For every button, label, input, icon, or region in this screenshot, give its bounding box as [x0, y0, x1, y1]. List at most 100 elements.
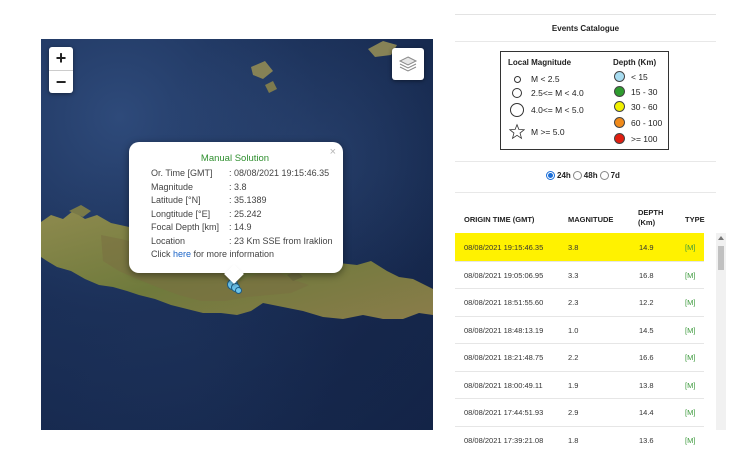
cell-time: 08/08/2021 19:05:06.95	[464, 271, 543, 280]
column-depth-unit: (Km)	[638, 218, 655, 227]
events-catalogue-panel: Events Catalogue Local Magnitude Depth (…	[455, 0, 716, 430]
legend-mag-row: 2.5<= M < 4.0	[509, 88, 584, 98]
popup-value: : 35.1389	[229, 194, 267, 208]
legend-magnitude-title: Local Magnitude	[508, 58, 571, 67]
radio-icon[interactable]	[573, 171, 582, 180]
popup-title: Manual Solution	[151, 153, 333, 164]
range-option-7d[interactable]: 7d	[600, 171, 620, 180]
scroll-up-arrow-icon[interactable]	[718, 236, 724, 240]
popup-value: : 14.9	[229, 221, 252, 235]
column-type: TYPE	[685, 215, 705, 224]
popup-row: Location : 23 Km SSE from Iraklion	[151, 235, 333, 249]
table-scrollbar[interactable]	[716, 233, 726, 430]
zoom-out-button[interactable]: −	[49, 70, 73, 93]
legend-depth-title: Depth (Km)	[613, 58, 656, 67]
popup-label: Latitude [°N]	[151, 194, 229, 208]
cell-magnitude: 1.0	[568, 326, 578, 335]
circle-small-icon	[509, 76, 525, 83]
table-row[interactable]: 08/08/2021 18:21:48.75 2.2 16.6 [M]	[455, 343, 704, 371]
table-row[interactable]: 08/08/2021 18:48:13.19 1.0 14.5 [M]	[455, 316, 704, 344]
depth-color-icon	[614, 117, 625, 128]
cell-magnitude: 3.3	[568, 271, 578, 280]
event-popup: × Manual Solution Or. Time [GMT] : 08/08…	[129, 142, 343, 273]
legend-depth-row: 60 - 100	[614, 117, 662, 128]
popup-row: Or. Time [GMT] : 08/08/2021 19:15:46.35	[151, 167, 333, 181]
divider	[455, 41, 716, 42]
cell-time: 08/08/2021 18:21:48.75	[464, 353, 543, 362]
popup-value: : 23 Km SSE from Iraklion	[229, 235, 333, 249]
cell-type: [M]	[685, 381, 695, 390]
table-row[interactable]: 08/08/2021 17:44:51.93 2.9 14.4 [M]	[455, 398, 704, 426]
popup-label: Longtitude [°E]	[151, 208, 229, 222]
cell-magnitude: 1.9	[568, 381, 578, 390]
column-origin-time: ORIGIN TIME (GMT)	[464, 215, 534, 224]
range-label: 7d	[611, 171, 620, 180]
cell-depth: 16.6	[639, 353, 654, 362]
cell-type: [M]	[685, 436, 695, 445]
earthquake-marker[interactable]	[235, 287, 242, 294]
radio-selected-icon[interactable]	[546, 171, 555, 180]
table-row[interactable]: 08/08/2021 18:51:55.60 2.3 12.2 [M]	[455, 288, 704, 316]
range-label: 48h	[584, 171, 598, 180]
popup-label: Location	[151, 235, 229, 249]
popup-value: : 25.242	[229, 208, 262, 222]
cell-depth: 13.6	[639, 436, 654, 445]
cell-magnitude: 2.9	[568, 408, 578, 417]
cell-depth: 14.9	[639, 243, 654, 252]
popup-more-prefix: Click	[151, 248, 173, 262]
depth-color-icon	[614, 133, 625, 144]
radio-icon[interactable]	[600, 171, 609, 180]
table-row-selected[interactable]: 08/08/2021 19:15:46.35 3.8 14.9 [M]	[455, 233, 704, 261]
cell-depth: 14.5	[639, 326, 654, 335]
cell-depth: 16.8	[639, 271, 654, 280]
cell-type: [M]	[685, 298, 695, 307]
popup-label: Focal Depth [km]	[151, 221, 229, 235]
cell-type: [M]	[685, 243, 695, 252]
popup-row: Latitude [°N] : 35.1389	[151, 194, 333, 208]
range-option-48h[interactable]: 48h	[573, 171, 598, 180]
legend-depth-label: >= 100	[631, 134, 657, 144]
table-row[interactable]: 08/08/2021 19:05:06.95 3.3 16.8 [M]	[455, 261, 704, 289]
popup-close-button[interactable]: ×	[330, 146, 336, 158]
popup-label: Or. Time [GMT]	[151, 167, 229, 181]
map-view[interactable]: + − × Manual Solution Or. Time [GMT] : 0…	[41, 39, 433, 430]
cell-magnitude: 1.8	[568, 436, 578, 445]
table-row[interactable]: 08/08/2021 18:00:49.11 1.9 13.8 [M]	[455, 371, 704, 399]
divider	[455, 14, 716, 15]
popup-label: Magnitude	[151, 181, 229, 195]
divider	[455, 192, 716, 193]
layers-button[interactable]	[392, 48, 424, 80]
cell-magnitude: 2.2	[568, 353, 578, 362]
cell-time: 08/08/2021 18:51:55.60	[464, 298, 543, 307]
cell-depth: 14.4	[639, 408, 654, 417]
legend-depth-row: 15 - 30	[614, 86, 657, 97]
popup-more-info: Click here for more information	[151, 248, 333, 262]
cell-depth: 13.8	[639, 381, 654, 390]
range-option-24h[interactable]: 24h	[546, 171, 571, 180]
popup-value: : 08/08/2021 19:15:46.35	[229, 167, 329, 181]
popup-more-link[interactable]: here	[173, 248, 191, 262]
depth-color-icon	[614, 86, 625, 97]
cell-type: [M]	[685, 408, 695, 417]
column-magnitude: MAGNITUDE	[568, 215, 613, 224]
legend-mag-label: 2.5<= M < 4.0	[531, 88, 584, 98]
legend-mag-label: M >= 5.0	[531, 127, 565, 137]
legend-mag-row: 4.0<= M < 5.0	[509, 103, 584, 117]
cell-type: [M]	[685, 326, 695, 335]
popup-row: Longtitude [°E] : 25.242	[151, 208, 333, 222]
range-label: 24h	[557, 171, 571, 180]
zoom-control: + −	[49, 47, 73, 93]
legend-mag-label: 4.0<= M < 5.0	[531, 105, 584, 115]
cell-magnitude: 3.8	[568, 243, 578, 252]
catalogue-title: Events Catalogue	[455, 24, 716, 33]
circle-medium-icon	[509, 88, 525, 98]
legend-depth-label: < 15	[631, 72, 648, 82]
popup-row: Magnitude : 3.8	[151, 181, 333, 195]
legend-mag-label: M < 2.5	[531, 74, 560, 84]
scrollbar-thumb[interactable]	[718, 246, 724, 270]
popup-more-suffix: for more information	[191, 248, 274, 262]
legend-depth-label: 60 - 100	[631, 118, 662, 128]
cell-type: [M]	[685, 353, 695, 362]
zoom-in-button[interactable]: +	[49, 47, 73, 70]
table-header: ORIGIN TIME (GMT) MAGNITUDE DEPTH (Km) T…	[455, 199, 716, 233]
